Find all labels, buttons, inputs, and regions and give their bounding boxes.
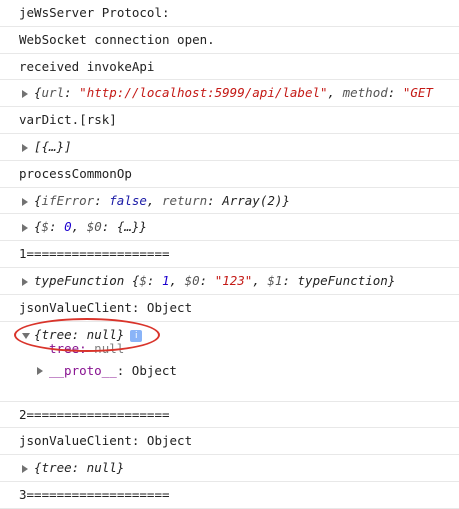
console-log-line: WebSocket connection open. — [0, 27, 459, 54]
object-property-proto[interactable]: __proto__: Object — [37, 360, 177, 382]
object-property-tree: tree: null — [49, 340, 125, 356]
info-icon[interactable]: i — [130, 329, 143, 342]
console-separator-line: 3=================== — [0, 482, 459, 509]
expand-triangle-icon[interactable] — [22, 197, 28, 206]
console-separator-line: 1=================== — [0, 241, 459, 268]
expand-triangle-icon[interactable] — [22, 90, 28, 99]
collapse-triangle-icon[interactable] — [22, 332, 30, 339]
console-log-line: jsonValueClient: Object — [0, 428, 459, 456]
console-object-collapsed[interactable]: {tree: null} — [0, 455, 459, 482]
console-log-line: varDict.[rsk] — [0, 107, 459, 134]
console-object-result[interactable]: {ifError: false, return: Array(2)} — [0, 188, 459, 215]
console-log-line: jsonValueClient: Object — [0, 295, 459, 322]
expand-triangle-icon[interactable] — [22, 224, 28, 233]
console-object-typefunction[interactable]: typeFunction {$: 1, $0: "123", $1: typeF… — [0, 268, 459, 295]
console-array-object[interactable]: [{…}] — [0, 134, 459, 161]
console-object-dollar[interactable]: {$: 0, $0: {…}} — [0, 214, 459, 242]
expand-triangle-icon[interactable] — [37, 366, 43, 375]
console-log-line: received invokeApi — [0, 54, 459, 81]
console-log-line: jeWsServer Protocol: — [0, 0, 459, 27]
console-separator-line: 2=================== — [0, 402, 459, 429]
expand-triangle-icon[interactable] — [22, 143, 28, 152]
console-log-line: processCommonOp — [0, 161, 459, 188]
devtools-console: jeWsServer Protocol: WebSocket connectio… — [0, 0, 459, 509]
expand-triangle-icon[interactable] — [22, 465, 28, 474]
expand-triangle-icon[interactable] — [22, 277, 28, 286]
console-object-expanded[interactable]: {tree: null} i tree: null __proto__: Obje… — [0, 322, 459, 402]
console-object-request[interactable]: {url: "http://localhost:5999/api/label",… — [0, 80, 459, 108]
